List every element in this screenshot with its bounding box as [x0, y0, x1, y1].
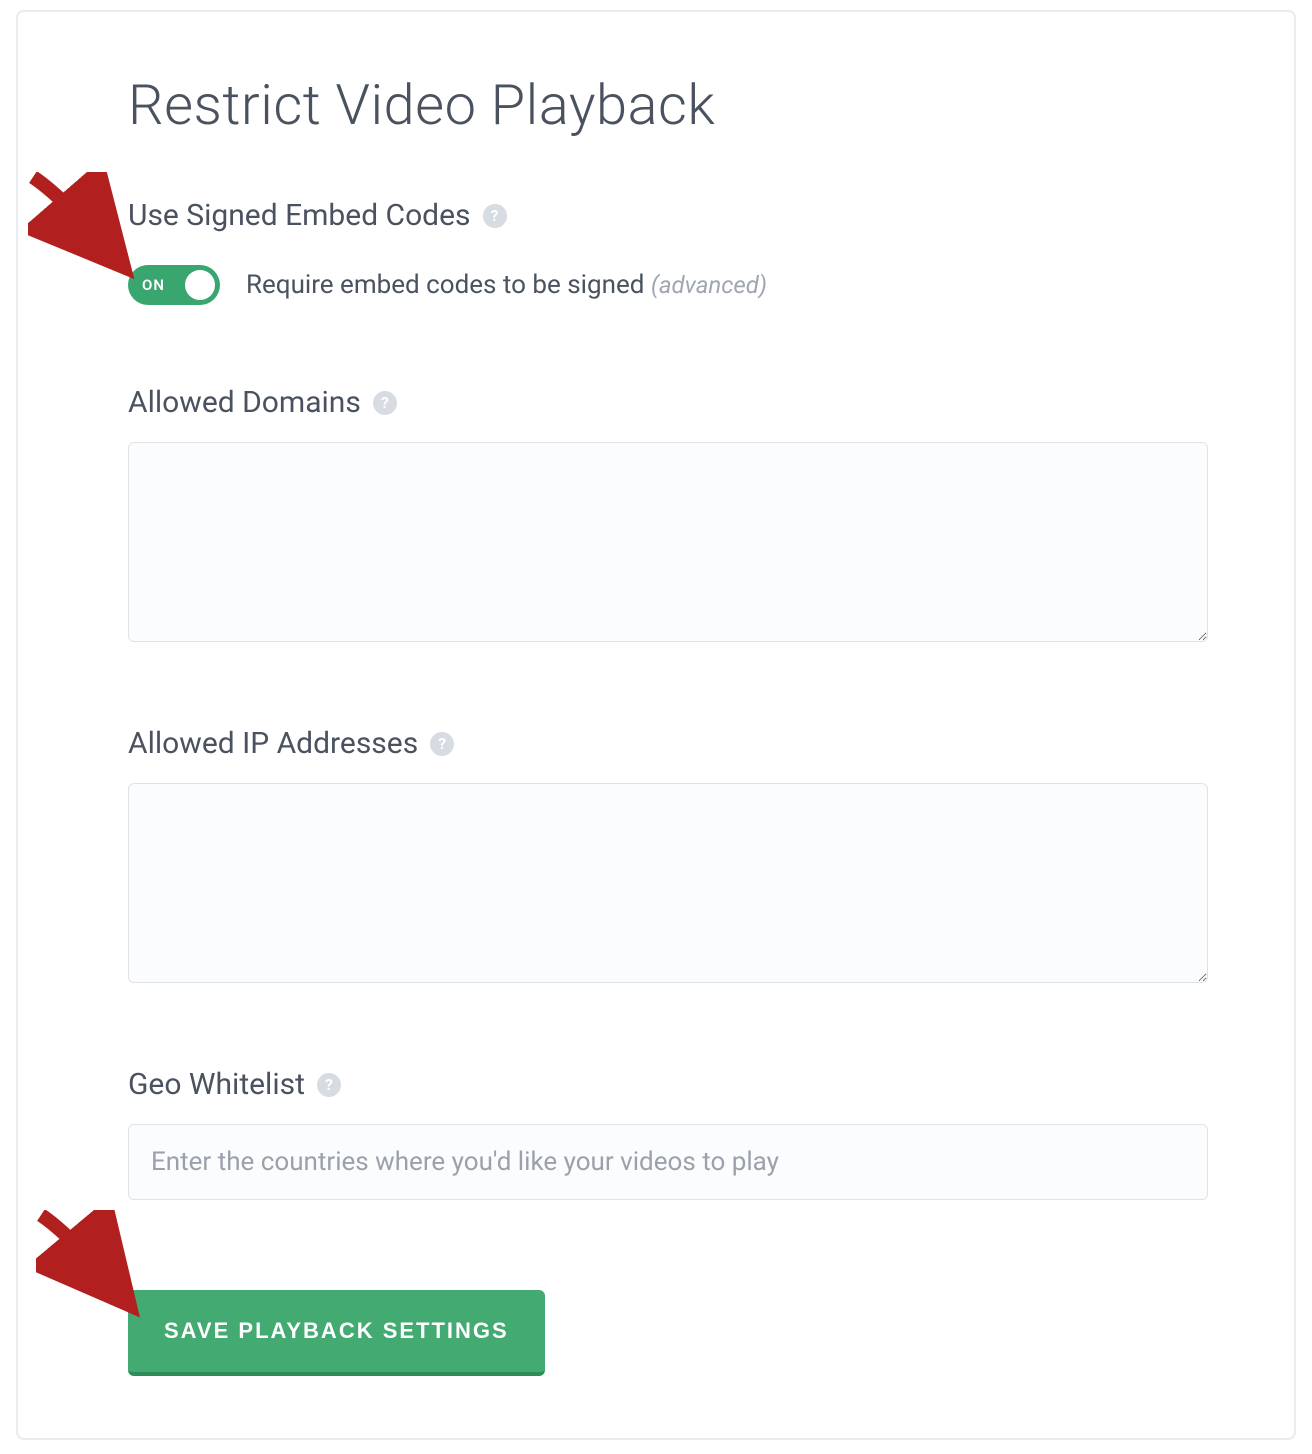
- allowed-domains-label: Allowed Domains ?: [128, 385, 1204, 420]
- signed-embed-desc-text: Require embed codes to be signed: [246, 270, 644, 300]
- playback-settings-panel: Restrict Video Playback Use Signed Embed…: [16, 10, 1296, 1440]
- toggle-knob: [185, 270, 215, 300]
- help-icon[interactable]: ?: [373, 391, 397, 415]
- geo-whitelist-label: Geo Whitelist ?: [128, 1067, 1204, 1102]
- geo-whitelist-input[interactable]: [128, 1124, 1208, 1200]
- allowed-ips-block: Allowed IP Addresses ?: [128, 726, 1204, 987]
- allowed-domains-block: Allowed Domains ?: [128, 385, 1204, 646]
- geo-whitelist-block: Geo Whitelist ?: [128, 1067, 1204, 1200]
- allowed-domains-textarea[interactable]: [128, 442, 1208, 642]
- save-playback-settings-button[interactable]: SAVE PLAYBACK SETTINGS: [128, 1290, 545, 1376]
- geo-whitelist-label-text: Geo Whitelist: [128, 1067, 305, 1102]
- signed-embed-description: Require embed codes to be signed (advanc…: [246, 270, 767, 300]
- allowed-ips-label-text: Allowed IP Addresses: [128, 726, 418, 761]
- advanced-hint: (advanced): [651, 271, 767, 299]
- allowed-ips-label: Allowed IP Addresses ?: [128, 726, 1204, 761]
- signed-embed-toggle[interactable]: ON: [128, 265, 220, 305]
- allowed-domains-label-text: Allowed Domains: [128, 385, 361, 420]
- signed-embed-toggle-row: ON Require embed codes to be signed (adv…: [128, 265, 1204, 305]
- help-icon[interactable]: ?: [317, 1073, 341, 1097]
- signed-embed-label-text: Use Signed Embed Codes: [128, 198, 471, 233]
- page-title: Restrict Video Playback: [128, 72, 1204, 138]
- help-icon[interactable]: ?: [483, 204, 507, 228]
- help-icon[interactable]: ?: [430, 732, 454, 756]
- signed-embed-label: Use Signed Embed Codes ?: [128, 198, 1204, 233]
- toggle-state-label: ON: [142, 276, 165, 294]
- allowed-ips-textarea[interactable]: [128, 783, 1208, 983]
